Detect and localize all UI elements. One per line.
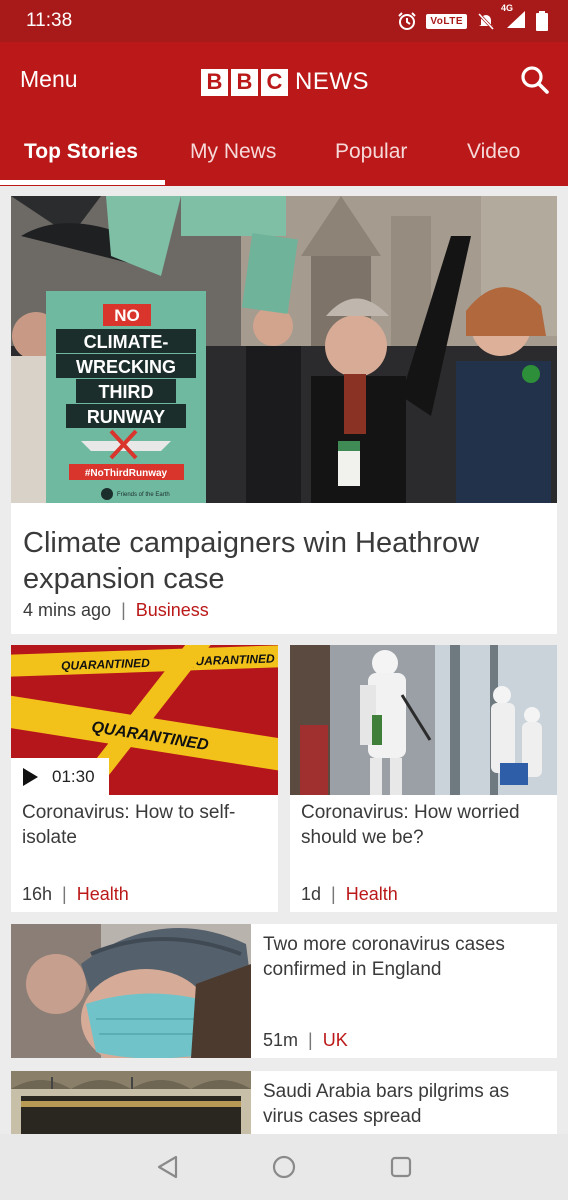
story-time: 1d (301, 884, 322, 904)
video-duration-badge[interactable]: 01:30 (11, 758, 109, 795)
story-card[interactable]: QUARANTINED QUARANTINED QUARANTINED 01:3… (11, 645, 278, 912)
signal-group: 4G (501, 3, 527, 34)
status-bar: 11:38 VoLTE 4G (0, 0, 568, 42)
story-meta: 51m | UK (263, 1030, 348, 1051)
search-icon[interactable] (519, 64, 551, 96)
sign-text: NO (114, 306, 140, 325)
home-icon[interactable] (271, 1154, 297, 1180)
lead-story-image: NO CLIMATE- WRECKING THIRD RUNWAY #NoThi… (11, 196, 557, 503)
sign-text: CLIMATE- (84, 332, 169, 352)
back-icon[interactable] (155, 1154, 181, 1180)
sign-text: THIRD (99, 382, 154, 402)
story-topic-link[interactable]: UK (323, 1030, 348, 1051)
story-topic-link[interactable]: Business (136, 600, 209, 621)
meta-divider: | (62, 884, 67, 904)
story-title[interactable]: Coronavirus: How worried should we be? (301, 800, 551, 850)
logo-letter: C (261, 68, 288, 96)
story-image (290, 645, 557, 795)
status-icons: VoLTE 4G (397, 3, 548, 34)
recents-icon[interactable] (388, 1154, 414, 1180)
alarm-icon (398, 12, 417, 30)
story-title[interactable]: Coronavirus: How to self-isolate (22, 800, 272, 850)
logo-letter: B (231, 68, 258, 96)
menu-button[interactable]: Menu (20, 66, 78, 93)
story-card[interactable]: Two more coronavirus cases confirmed in … (11, 924, 557, 1058)
tab-popular[interactable]: Popular (335, 140, 407, 164)
active-tab-indicator (0, 180, 165, 185)
meta-divider: | (121, 600, 126, 620)
logo-word: NEWS (295, 68, 369, 95)
signal-label: 4G (501, 2, 514, 13)
video-duration: 01:30 (52, 766, 95, 786)
lead-story-card[interactable]: NO CLIMATE- WRECKING THIRD RUNWAY #NoThi… (11, 196, 557, 634)
play-icon (23, 767, 38, 786)
volte-badge: VoLTE (426, 13, 467, 29)
tab-my-news[interactable]: My News (190, 140, 276, 164)
tab-video[interactable]: Video (467, 140, 520, 164)
mecca-image (11, 1071, 251, 1134)
story-meta: 1d | Health (301, 884, 398, 905)
meta-divider: | (308, 1030, 313, 1050)
story-image (11, 1071, 251, 1134)
story-time: 4 mins ago (23, 600, 112, 620)
logo-letter: B (201, 68, 228, 96)
sign-text: RUNWAY (87, 407, 165, 427)
mask-wearer-image (11, 924, 251, 1058)
sign-caption: Friends of the Earth (117, 492, 170, 498)
story-image (11, 924, 251, 1058)
story-topic-link[interactable]: Health (346, 884, 398, 905)
story-feed[interactable]: NO CLIMATE- WRECKING THIRD RUNWAY #NoThi… (0, 186, 568, 1134)
sign-hashtag: #NoThirdRunway (85, 468, 168, 479)
status-time: 11:38 (26, 10, 73, 31)
story-topic-link[interactable]: Health (77, 884, 129, 905)
story-time: 16h (22, 884, 53, 904)
story-card[interactable]: Saudi Arabia bars pilgrims as virus case… (11, 1071, 557, 1134)
protest-photo: NO CLIMATE- WRECKING THIRD RUNWAY #NoThi… (11, 196, 557, 503)
story-card[interactable]: Coronavirus: How worried should we be? 1… (290, 645, 557, 912)
hazmat-workers-image (290, 645, 557, 795)
bbc-news-logo[interactable]: B B C NEWS (201, 68, 369, 96)
mute-icon (477, 12, 495, 31)
tab-top-stories[interactable]: Top Stories (24, 140, 138, 164)
story-title[interactable]: Saudi Arabia bars pilgrims as virus case… (263, 1079, 548, 1129)
section-tabs: Top Stories My News Popular Video (0, 122, 568, 186)
lead-story-title[interactable]: Climate campaigners win Heathrow expansi… (23, 525, 543, 597)
battery-icon (536, 11, 548, 31)
story-title[interactable]: Two more coronavirus cases confirmed in … (263, 932, 548, 982)
story-time: 51m (263, 1030, 299, 1050)
lead-story-meta: 4 mins ago | Business (23, 600, 209, 621)
system-nav-bar (0, 1134, 568, 1200)
meta-divider: | (331, 884, 336, 904)
story-meta: 16h | Health (22, 884, 129, 905)
sign-text: WRECKING (76, 357, 176, 377)
app-header: Menu B B C NEWS (0, 42, 568, 122)
